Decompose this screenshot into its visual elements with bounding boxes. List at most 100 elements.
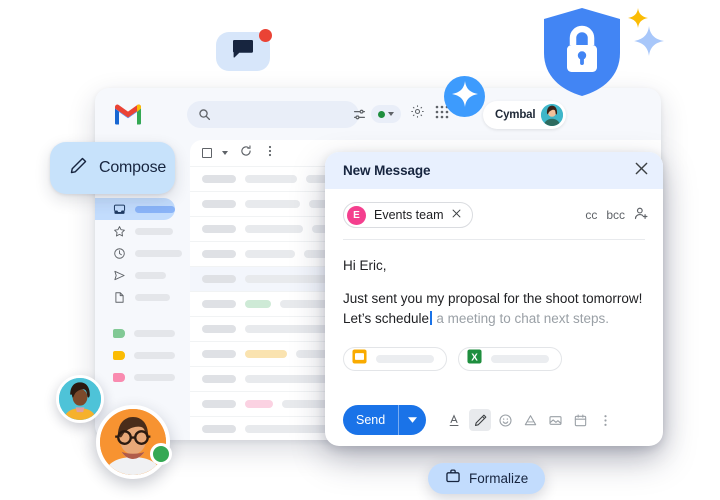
google-slides-icon <box>352 349 367 369</box>
shield-lock-icon <box>541 6 623 103</box>
sidebar-label-text <box>134 373 175 381</box>
excel-sheet-icon: X <box>467 349 482 369</box>
sidebar-item-label <box>135 205 175 213</box>
compose-label: Compose <box>99 159 167 176</box>
label-tag-icon <box>113 350 125 360</box>
google-drive-icon[interactable] <box>519 409 541 431</box>
notification-dot <box>259 29 272 42</box>
body-greeting: Hi Eric, <box>343 258 387 273</box>
format-text-icon[interactable] <box>444 409 466 431</box>
sidebar-item-label <box>135 293 170 301</box>
sidebar-item-starred[interactable] <box>95 220 190 242</box>
recipient-chip[interactable]: E Events team <box>343 202 474 228</box>
body-line-1: Just sent you my proposal for the shoot … <box>343 291 643 306</box>
attachment-name-placeholder <box>376 355 434 363</box>
send-button[interactable]: Send <box>343 405 427 435</box>
row-placeholder-bar <box>202 200 236 208</box>
briefcase-icon <box>445 468 461 489</box>
gemini-ai-badge[interactable] <box>444 76 485 117</box>
contact-avatar-2[interactable] <box>96 405 170 479</box>
more-options-icon[interactable] <box>594 409 616 431</box>
sparkle-icon <box>634 26 664 61</box>
emoji-icon[interactable] <box>494 409 516 431</box>
row-placeholder-bar <box>202 300 236 308</box>
checkbox-icon[interactable] <box>202 148 212 158</box>
row-placeholder-bar <box>202 375 236 383</box>
compose-toolbar: Send <box>325 394 663 446</box>
row-placeholder-bar <box>202 275 236 283</box>
search-input[interactable] <box>211 108 353 121</box>
sidebar-item-inbox[interactable] <box>95 198 175 220</box>
attachment-name-placeholder <box>491 355 549 363</box>
formalize-button[interactable]: Formalize <box>428 463 546 494</box>
body-paragraph: Just sent you my proposal for the shoot … <box>343 289 645 329</box>
refresh-icon[interactable] <box>240 144 252 162</box>
gear-icon[interactable] <box>410 104 425 124</box>
sidebar-label-text <box>134 329 175 337</box>
contact-avatar-1[interactable] <box>56 375 104 423</box>
sidebar-item-label <box>135 271 166 279</box>
account-name: Cymbal <box>495 109 536 121</box>
sparkle-star-icon <box>451 81 478 112</box>
status-indicator[interactable] <box>371 105 401 123</box>
person-add-icon[interactable] <box>634 206 649 224</box>
row-placeholder-bar <box>245 250 295 258</box>
sidebar-label-green[interactable] <box>95 322 190 344</box>
status-green-dot <box>378 110 385 118</box>
sidebar-item-sent[interactable] <box>95 264 190 286</box>
recipient-row: E Events team cc bcc <box>325 189 663 239</box>
row-placeholder-bar <box>202 175 236 183</box>
row-placeholder-bar <box>245 200 300 208</box>
chevron-down-icon[interactable] <box>222 151 228 155</box>
schedule-calendar-icon[interactable] <box>569 409 591 431</box>
chat-notification-badge[interactable] <box>216 29 272 71</box>
sidebar-item-drafts[interactable] <box>95 286 190 308</box>
label-tag-icon <box>113 328 125 338</box>
row-placeholder-bar <box>245 175 297 183</box>
svg-text:X: X <box>471 352 478 363</box>
cc-button[interactable]: cc <box>585 208 597 222</box>
insert-image-icon[interactable] <box>544 409 566 431</box>
row-placeholder-bar <box>202 400 236 408</box>
close-icon[interactable] <box>634 161 649 181</box>
formalize-label: Formalize <box>469 471 529 486</box>
compose-button[interactable]: Compose <box>50 142 175 194</box>
sidebar-label-yellow[interactable] <box>95 344 190 366</box>
clock-icon <box>113 247 126 260</box>
row-placeholder-bar <box>202 325 236 333</box>
online-status-dot <box>150 443 172 465</box>
remove-recipient-icon[interactable] <box>451 206 462 224</box>
more-vertical-icon[interactable] <box>264 144 276 162</box>
bcc-button[interactable]: bcc <box>606 208 625 222</box>
inbox-icon <box>113 203 126 216</box>
recipient-name: Events team <box>374 208 444 222</box>
row-placeholder-bar <box>245 225 303 233</box>
label-tag-icon <box>113 372 125 382</box>
sheets-attachment[interactable]: X <box>458 347 562 371</box>
tune-filter-icon[interactable] <box>353 108 366 121</box>
row-placeholder-bar <box>202 425 236 433</box>
send-options-caret-icon[interactable] <box>399 417 426 423</box>
message-body[interactable]: Hi Eric, Just sent you my proposal for t… <box>325 240 663 329</box>
gmail-logo-icon[interactable] <box>113 102 143 126</box>
row-placeholder-bar <box>202 250 236 258</box>
chevron-down-icon <box>388 112 394 116</box>
magic-pen-icon[interactable] <box>469 409 492 431</box>
send-label: Send <box>356 413 386 427</box>
body-typed-text: Let’s schedule <box>343 311 430 326</box>
compose-header: New Message <box>325 152 663 189</box>
search-icon <box>198 108 211 121</box>
format-toolbar <box>444 409 616 431</box>
send-icon <box>113 269 126 282</box>
pencil-icon <box>69 156 88 180</box>
sidebar-item-snoozed[interactable] <box>95 242 190 264</box>
avatar[interactable] <box>541 104 564 126</box>
compose-window: New Message E Events team cc bcc Hi Eric… <box>325 152 663 446</box>
search-bar[interactable] <box>187 101 365 128</box>
recipient-avatar: E <box>347 205 366 225</box>
account-chip[interactable]: Cymbal <box>483 101 567 129</box>
slides-attachment[interactable] <box>343 347 447 371</box>
row-placeholder-bar <box>245 300 271 308</box>
sidebar-label-pink[interactable] <box>95 366 190 388</box>
text-cursor <box>430 311 432 325</box>
